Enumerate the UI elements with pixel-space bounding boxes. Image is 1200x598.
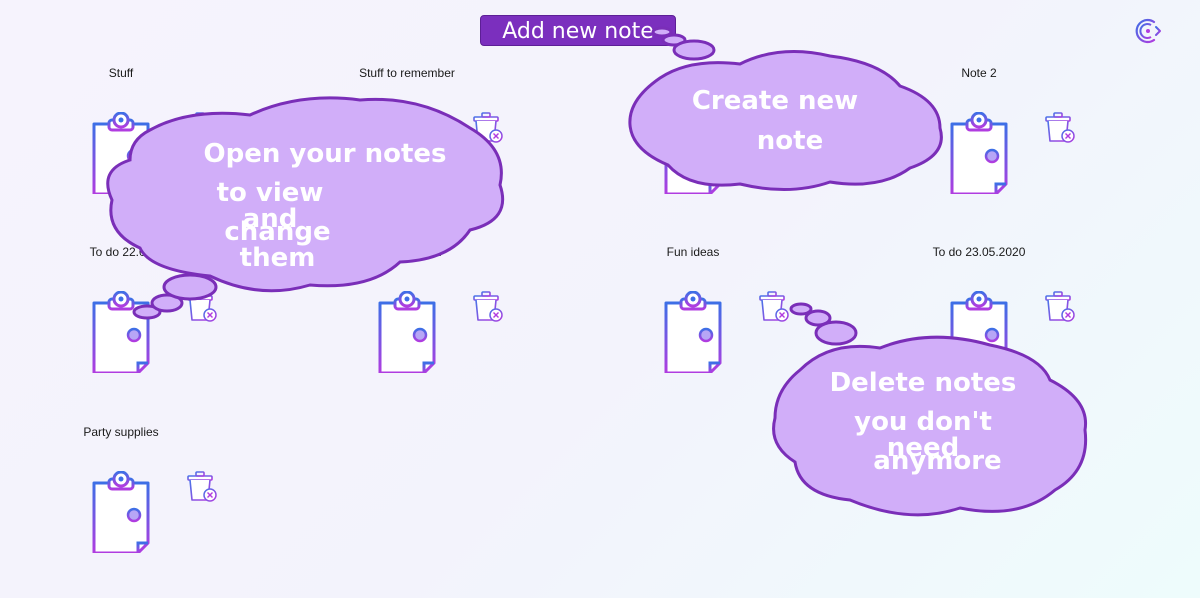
notes-app: Add new note Stuff Stuff to remember T N… — [0, 0, 1200, 598]
trash-icon[interactable] — [1042, 290, 1076, 324]
trash-icon[interactable] — [470, 290, 504, 324]
note-icon[interactable] — [89, 291, 153, 373]
add-note-button[interactable]: Add new note — [480, 15, 676, 46]
note-title: Stuff — [108, 66, 134, 80]
trash-icon[interactable] — [470, 111, 504, 145]
tip-create-note — [0, 0, 1200, 598]
thought-cloud-create — [628, 26, 943, 191]
note-title: k — [435, 245, 441, 259]
tip-delete-line-1: Delete notes — [829, 368, 1017, 398]
tip-create-line-2: note — [756, 126, 824, 156]
tip-create-line-1: Create new — [691, 86, 859, 116]
note-title: T — [689, 66, 697, 80]
tip-delete-line-3: anymore — [873, 446, 1002, 476]
note-title: Note 2 — [961, 66, 997, 80]
thought-cloud-delete — [772, 302, 1088, 517]
note-icon[interactable] — [947, 112, 1011, 194]
tip-open-notes — [0, 0, 1200, 598]
tip-open-line-1: Open your notes — [203, 139, 447, 169]
trash-icon[interactable] — [184, 470, 218, 504]
note-title: To do 23.05.2020 — [932, 245, 1026, 259]
trash-icon[interactable] — [1042, 111, 1076, 145]
note-title: Fun ideas — [666, 245, 720, 259]
thought-cloud-open — [106, 96, 505, 320]
trash-icon[interactable] — [184, 290, 218, 324]
note-icon[interactable] — [661, 112, 725, 194]
note-icon[interactable] — [661, 291, 725, 373]
note-icon[interactable] — [947, 291, 1011, 373]
tip-delete-notes — [0, 0, 1200, 598]
note-icon[interactable] — [375, 291, 439, 373]
tip-open-line-3: change them — [224, 217, 331, 273]
note-icon[interactable] — [89, 112, 153, 194]
note-icon[interactable] — [89, 471, 153, 553]
note-title: Party supplies — [83, 425, 159, 439]
trash-icon[interactable] — [756, 290, 790, 324]
note-title: Stuff to remember — [359, 66, 455, 80]
note-title: To do 22.05 — [89, 245, 153, 259]
logout-icon[interactable] — [1133, 16, 1163, 46]
